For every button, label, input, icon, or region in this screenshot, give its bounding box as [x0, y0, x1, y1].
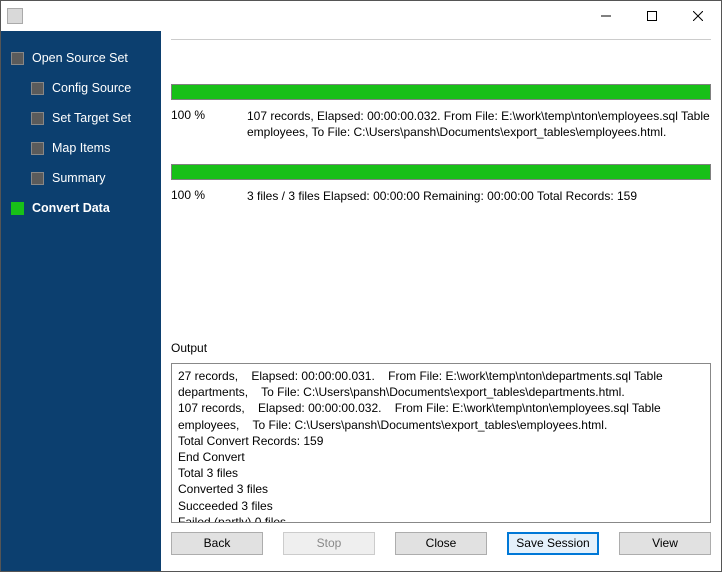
file-progress-row: 100 % 107 records, Elapsed: 00:00:00.032… [171, 108, 711, 140]
content-area: 100 % 107 records, Elapsed: 00:00:00.032… [171, 39, 711, 523]
total-progress-percent: 100 % [171, 188, 231, 204]
sidebar-item-map-items[interactable]: Map Items [1, 133, 161, 163]
step-icon [11, 52, 24, 65]
file-progress-percent: 100 % [171, 108, 231, 140]
sidebar-item-convert-data[interactable]: Convert Data [1, 193, 161, 223]
maximize-button[interactable] [629, 1, 675, 31]
body: Open Source Set Config Source Set Target… [1, 31, 721, 571]
total-progress-row: 100 % 3 files / 3 files Elapsed: 00:00:0… [171, 188, 711, 204]
step-icon [31, 142, 44, 155]
sidebar-item-label: Map Items [52, 141, 110, 155]
view-button[interactable]: View [619, 532, 711, 555]
step-icon [11, 202, 24, 215]
sidebar-item-summary[interactable]: Summary [1, 163, 161, 193]
sidebar-item-label: Convert Data [32, 201, 110, 215]
sidebar-item-set-target-set[interactable]: Set Target Set [1, 103, 161, 133]
minimize-button[interactable] [583, 1, 629, 31]
main-panel: 100 % 107 records, Elapsed: 00:00:00.032… [161, 31, 721, 571]
close-button[interactable]: Close [395, 532, 487, 555]
sidebar-item-label: Config Source [52, 81, 131, 95]
save-session-button[interactable]: Save Session [507, 532, 599, 555]
button-bar: Back Stop Close Save Session View [171, 523, 711, 563]
total-progress-detail: 3 files / 3 files Elapsed: 00:00:00 Rema… [247, 188, 711, 204]
step-icon [31, 82, 44, 95]
back-button[interactable]: Back [171, 532, 263, 555]
app-window: Open Source Set Config Source Set Target… [0, 0, 722, 572]
app-icon [7, 8, 23, 24]
step-icon [31, 172, 44, 185]
file-progress-detail: 107 records, Elapsed: 00:00:00.032. From… [247, 108, 711, 140]
sidebar-item-label: Summary [52, 171, 105, 185]
total-progress-bar [171, 164, 711, 180]
stop-button: Stop [283, 532, 375, 555]
output-label: Output [171, 341, 711, 355]
window-controls [583, 1, 721, 31]
output-textarea[interactable]: 27 records, Elapsed: 00:00:00.031. From … [171, 363, 711, 523]
sidebar-item-label: Open Source Set [32, 51, 128, 65]
titlebar [1, 1, 721, 31]
file-progress-bar [171, 84, 711, 100]
sidebar-item-config-source[interactable]: Config Source [1, 73, 161, 103]
sidebar-item-open-source-set[interactable]: Open Source Set [1, 43, 161, 73]
close-window-button[interactable] [675, 1, 721, 31]
wizard-sidebar: Open Source Set Config Source Set Target… [1, 31, 161, 571]
sidebar-item-label: Set Target Set [52, 111, 131, 125]
step-icon [31, 112, 44, 125]
